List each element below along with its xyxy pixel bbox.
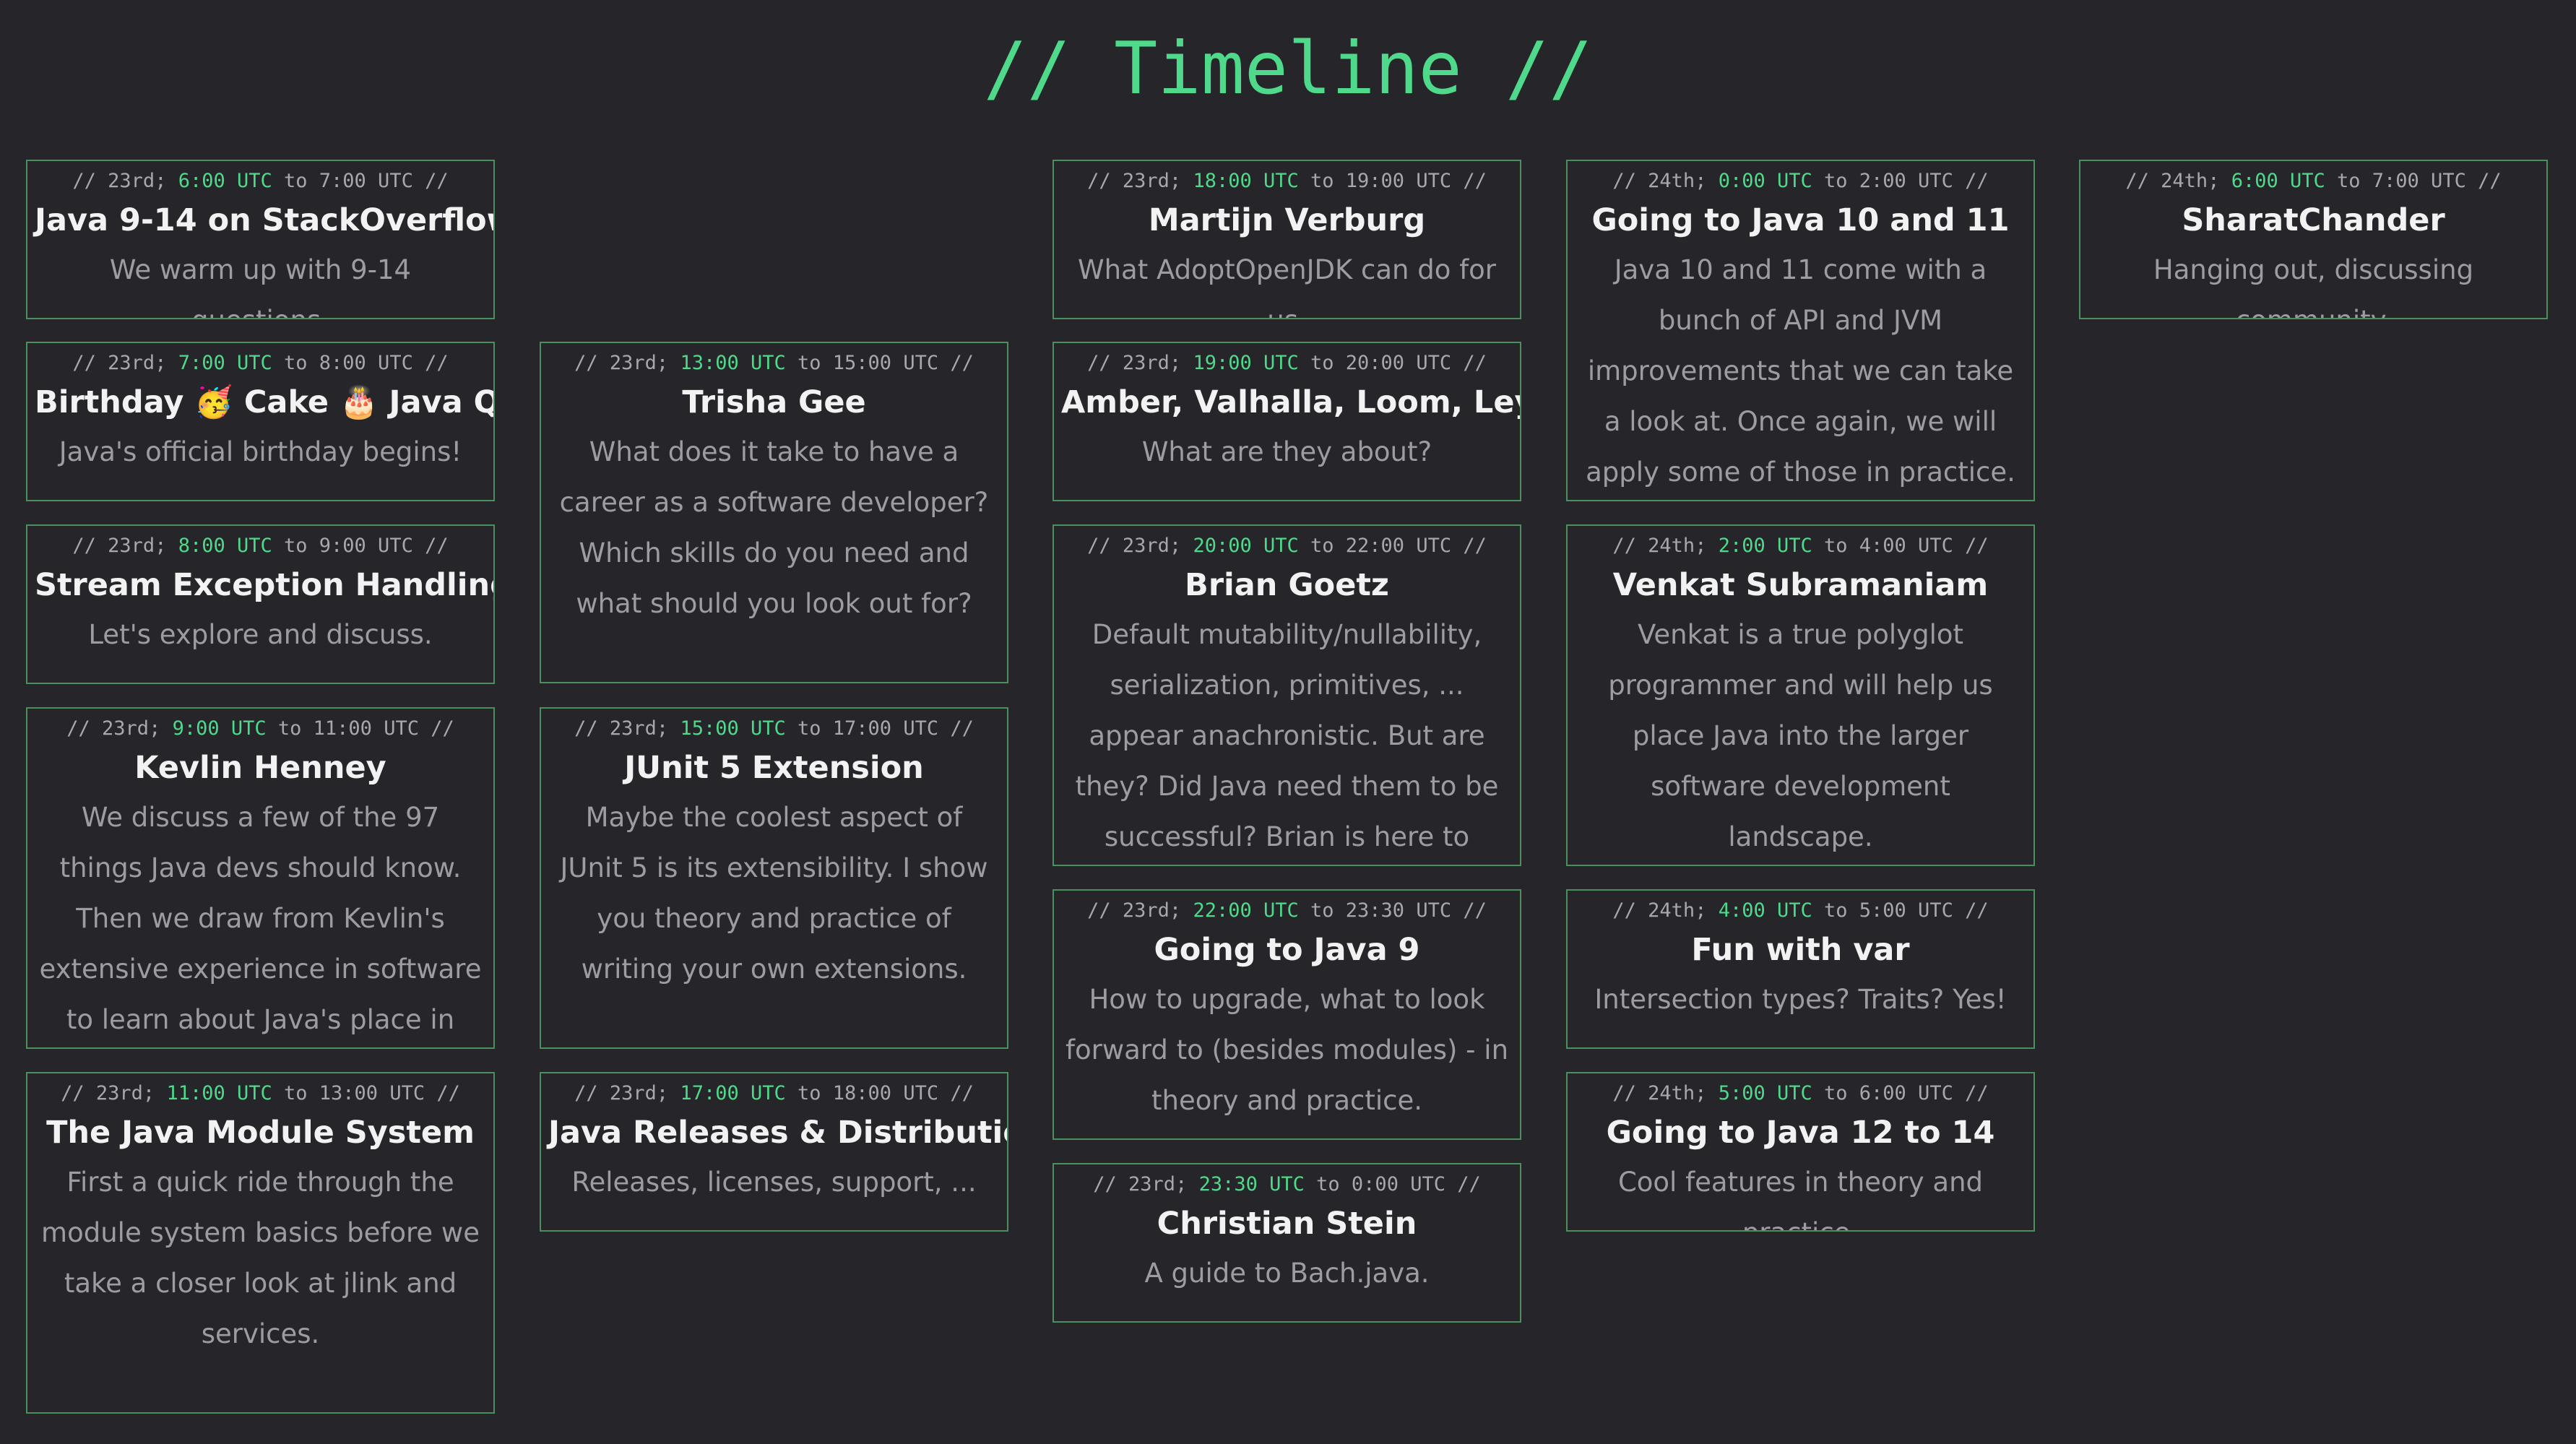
card-time: // 23rd; 7:00 UTC to 8:00 UTC // <box>72 352 449 374</box>
timeline-card-birthday-cake: // 23rd; 7:00 UTC to 8:00 UTC // Birthda… <box>26 342 495 501</box>
timeline-card-trisha-gee: // 23rd; 13:00 UTC to 15:00 UTC // Trish… <box>540 342 1008 683</box>
timeline-card-java-module-system: // 23rd; 11:00 UTC to 13:00 UTC // The J… <box>26 1072 495 1414</box>
timeline-card-junit-5-extension: // 23rd; 15:00 UTC to 17:00 UTC // JUnit… <box>540 707 1008 1049</box>
card-title: Brian Goetz <box>1185 567 1389 603</box>
card-description: Releases, licenses, support, ... <box>571 1167 977 1198</box>
card-title: Java 9-14 on StackOverflow <box>35 202 495 238</box>
card-time: // 23rd; 22:00 UTC to 23:30 UTC // <box>1087 899 1487 922</box>
card-title: Going to Java 12 to 14 <box>1606 1115 1995 1151</box>
card-time: // 24th; 4:00 UTC to 5:00 UTC // <box>1612 899 1989 922</box>
timeline-card-fun-with-var: // 24th; 4:00 UTC to 5:00 UTC // Fun wit… <box>1566 889 2035 1049</box>
timeline-card-martijn-verburg: // 23rd; 18:00 UTC to 19:00 UTC // Marti… <box>1053 160 1521 319</box>
card-time: // 24th; 0:00 UTC to 2:00 UTC // <box>1612 170 1989 192</box>
timeline-card-sharat-chander: // 24th; 6:00 UTC to 7:00 UTC // SharatC… <box>2079 160 2548 319</box>
card-time: // 23rd; 23:30 UTC to 0:00 UTC // <box>1093 1173 1481 1196</box>
card-description: We discuss a few of the 97 things Java d… <box>39 802 482 1035</box>
timeline-card-going-to-java-12-14: // 24th; 5:00 UTC to 6:00 UTC // Going t… <box>1566 1072 2035 1232</box>
card-description: Intersection types? Traits? Yes! <box>1594 984 2007 1015</box>
card-title: Christian Stein <box>1157 1206 1417 1242</box>
card-title: Venkat Subramaniam <box>1612 567 1989 603</box>
card-time: // 23rd; 20:00 UTC to 22:00 UTC // <box>1087 535 1487 557</box>
card-time: // 23rd; 11:00 UTC to 13:00 UTC // <box>61 1082 460 1104</box>
card-time: // 23rd; 15:00 UTC to 17:00 UTC // <box>574 717 974 740</box>
card-description: Java 10 and 11 come with a bunch of API … <box>1586 254 2015 488</box>
card-title: The Java Module System <box>46 1115 475 1151</box>
card-title: Stream Exception Handling <box>35 567 495 603</box>
card-time: // 23rd; 8:00 UTC to 9:00 UTC // <box>72 535 449 557</box>
card-title: Java Releases & Distributions <box>548 1115 1007 1151</box>
card-description: A guide to Bach.java. <box>1144 1258 1430 1289</box>
timeline-card-amber-valhalla: // 23rd; 19:00 UTC to 20:00 UTC // Amber… <box>1053 342 1521 501</box>
card-time: // 24th; 6:00 UTC to 7:00 UTC // <box>2125 170 2502 192</box>
card-time: // 23rd; 9:00 UTC to 11:00 UTC // <box>66 717 454 740</box>
card-description: We warm up with 9-14 questions. <box>109 254 412 318</box>
timeline-card-going-to-java-10-11: // 24th; 0:00 UTC to 2:00 UTC // Going t… <box>1566 160 2035 501</box>
page-title: // Timeline // <box>983 26 1593 111</box>
timeline-card-stream-exception-handling: // 23rd; 8:00 UTC to 9:00 UTC // Stream … <box>26 524 495 684</box>
card-description: How to upgrade, what to look forward to … <box>1065 984 1509 1116</box>
card-title: Going to Java 9 <box>1154 932 1420 968</box>
card-title: Amber, Valhalla, Loom, Leyden <box>1061 384 1520 420</box>
card-title: SharatChander <box>2182 202 2445 238</box>
card-description: Maybe the coolest aspect of JUnit 5 is i… <box>560 802 988 985</box>
card-description: What AdoptOpenJDK can do for us. <box>1078 254 1496 318</box>
timeline-card-java-releases: // 23rd; 17:00 UTC to 18:00 UTC // Java … <box>540 1072 1008 1232</box>
card-time: // 23rd; 18:00 UTC to 19:00 UTC // <box>1087 170 1487 192</box>
card-title: Going to Java 10 and 11 <box>1591 202 2010 238</box>
card-title: Birthday 🥳 Cake 🎂 Java Q&A <box>35 384 493 420</box>
card-description: What are they about? <box>1141 436 1432 467</box>
card-title: JUnit 5 Extension <box>624 750 924 786</box>
timeline-card-venkat-subramaniam: // 24th; 2:00 UTC to 4:00 UTC // Venkat … <box>1566 524 2035 866</box>
card-description: Cool features in theory and practice. <box>1617 1167 1984 1230</box>
card-time: // 23rd; 13:00 UTC to 15:00 UTC // <box>574 352 974 374</box>
card-time: // 23rd; 19:00 UTC to 20:00 UTC // <box>1087 352 1487 374</box>
card-description: What does it take to have a career as a … <box>559 436 989 619</box>
timeline-card-brian-goetz: // 23rd; 20:00 UTC to 22:00 UTC // Brian… <box>1053 524 1521 866</box>
card-time: // 23rd; 17:00 UTC to 18:00 UTC // <box>574 1082 974 1104</box>
card-title: Martijn Verburg <box>1148 202 1426 238</box>
timeline-card-christian-stein: // 23rd; 23:30 UTC to 0:00 UTC // Christ… <box>1053 1163 1521 1323</box>
card-description: Hanging out, discussing community. <box>2153 254 2474 318</box>
card-description: Let's explore and discuss. <box>88 619 433 650</box>
card-time: // 24th; 5:00 UTC to 6:00 UTC // <box>1612 1082 1989 1104</box>
card-description: Default mutability/nullability, serializ… <box>1075 619 1499 852</box>
card-time: // 23rd; 6:00 UTC to 7:00 UTC // <box>72 170 449 192</box>
timeline-card-going-to-java-9: // 23rd; 22:00 UTC to 23:30 UTC // Going… <box>1053 889 1521 1140</box>
timeline-card-kevlin-henney: // 23rd; 9:00 UTC to 11:00 UTC // Kevlin… <box>26 707 495 1049</box>
timeline-card-java-9-14-stackoverflow: // 23rd; 6:00 UTC to 7:00 UTC // Java 9-… <box>26 160 495 319</box>
card-title: Trisha Gee <box>682 384 866 420</box>
card-title: Fun with var <box>1691 932 1910 968</box>
card-time: // 24th; 2:00 UTC to 4:00 UTC // <box>1612 535 1989 557</box>
card-description: Java's official birthday begins! <box>59 436 462 467</box>
card-description: First a quick ride through the module sy… <box>41 1167 480 1349</box>
card-title: Kevlin Henney <box>134 750 386 786</box>
card-description: Venkat is a true polyglot programmer and… <box>1608 619 1993 852</box>
